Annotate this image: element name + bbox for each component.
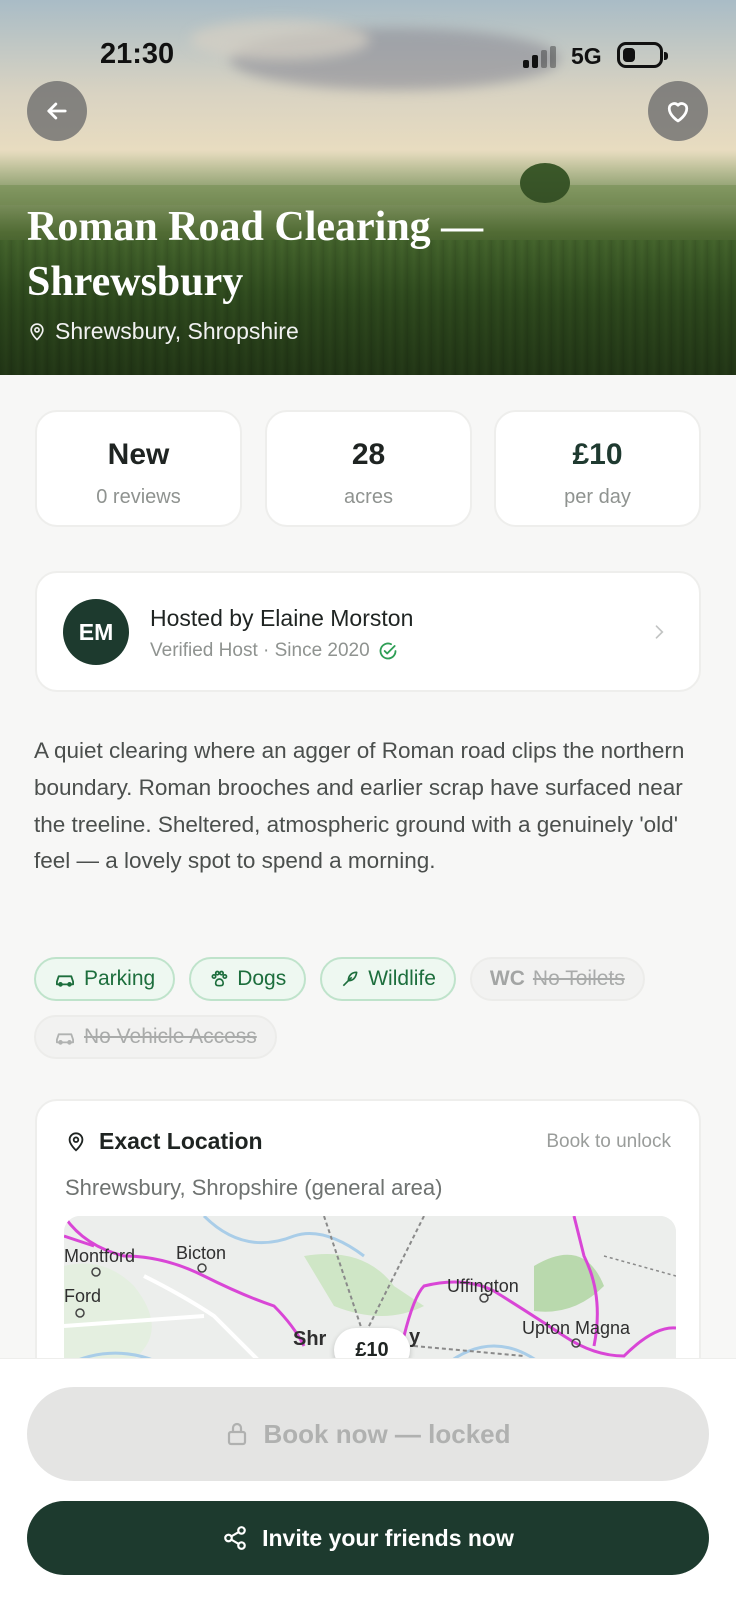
amenity-label: Wildlife xyxy=(368,967,436,990)
map-label: Shr xyxy=(293,1328,327,1350)
stat-value: New xyxy=(107,438,170,471)
book-now-button[interactable]: Book now — locked xyxy=(27,1387,709,1481)
amenity-chip-wildlife: Wildlife xyxy=(320,957,456,1001)
amenity-label: Dogs xyxy=(237,967,287,990)
map-label: Uffington xyxy=(447,1276,519,1296)
stat-rating: New 0 reviews xyxy=(35,410,242,527)
stat-label: acres xyxy=(344,486,393,508)
status-time: 21:30 xyxy=(100,38,175,70)
bottom-action-bar: Book now — locked Invite your friends no… xyxy=(0,1358,736,1600)
stat-label: per day xyxy=(564,486,631,508)
host-subtitle-text: Verified Host · Since 2020 xyxy=(150,640,370,661)
page-title: Roman Road Clearing — Shrewsbury xyxy=(27,204,484,305)
lock-icon xyxy=(228,1422,247,1446)
share-icon xyxy=(224,1526,246,1550)
invite-friends-button[interactable]: Invite your friends now xyxy=(27,1501,709,1575)
chevron-right-icon xyxy=(655,625,664,639)
amenity-chip-toilets: WC No Toilets xyxy=(469,957,645,1001)
host-name: Hosted by Elaine Morston xyxy=(150,605,414,631)
map-pin-icon xyxy=(68,1131,84,1151)
stat-acres: 28 acres xyxy=(265,410,472,527)
map-label: Ford xyxy=(64,1286,102,1306)
arrow-left-icon xyxy=(47,102,67,120)
amenity-label: Parking xyxy=(84,967,156,990)
status-bar: 21:30 5G xyxy=(0,34,736,74)
avatar: EM xyxy=(63,599,129,665)
amenity-label: No Toilets xyxy=(532,967,625,990)
map-label: y xyxy=(409,1326,421,1348)
bird-icon xyxy=(342,971,358,987)
map-label: Upton Magna xyxy=(522,1318,631,1338)
amenity-label: No Vehicle Access xyxy=(84,1025,257,1048)
location-title: Exact Location xyxy=(65,1128,263,1155)
hero-location: Shrewsbury, Shropshire xyxy=(27,318,299,345)
amenity-chip-dogs: Dogs xyxy=(189,957,307,1001)
wc-icon: WC xyxy=(489,967,525,990)
description: A quiet clearing where an agger of Roman… xyxy=(34,738,685,874)
invite-friends-label: Invite your friends now xyxy=(262,1524,514,1551)
location-area: Shrewsbury, Shropshire (general area) xyxy=(65,1175,443,1200)
map-pin-icon xyxy=(30,322,44,341)
signal-icon xyxy=(523,46,557,68)
car-icon xyxy=(56,975,75,987)
host-card[interactable]: EM Hosted by Elaine Morston Verified Hos… xyxy=(35,571,701,692)
hero-image: 21:30 5G Roman Road Clearing — Shrewsbur… xyxy=(0,0,736,375)
host-subtitle: Verified Host · Since 2020 xyxy=(150,640,398,662)
stat-value: £10 xyxy=(572,438,623,471)
favorite-button[interactable] xyxy=(648,81,708,141)
network-label: 5G xyxy=(571,43,602,69)
car-icon xyxy=(56,1033,75,1045)
hero-location-text: Shrewsbury, Shropshire xyxy=(55,318,299,344)
amenity-chip-parking: Parking xyxy=(34,957,176,1001)
verified-check-icon xyxy=(379,642,397,660)
book-to-unlock-label: Book to unlock xyxy=(546,1131,671,1152)
book-now-label: Book now — locked xyxy=(263,1418,511,1449)
location-title-text: Exact Location xyxy=(99,1128,263,1154)
battery-icon xyxy=(617,42,668,68)
stat-value: 28 xyxy=(351,438,386,471)
paw-icon xyxy=(211,970,228,987)
stat-label: 0 reviews xyxy=(96,486,181,508)
back-button[interactable] xyxy=(27,81,87,141)
map-label: Bicton xyxy=(176,1243,227,1263)
amenity-chip-vehicle-access: No Vehicle Access xyxy=(34,1015,277,1059)
stat-price: £10 per day xyxy=(494,410,701,527)
amenity-list: Parking Dogs Wildlife WC No Toilets No V… xyxy=(34,957,724,1059)
map-label: Montford xyxy=(64,1246,136,1266)
heart-icon xyxy=(667,102,689,123)
